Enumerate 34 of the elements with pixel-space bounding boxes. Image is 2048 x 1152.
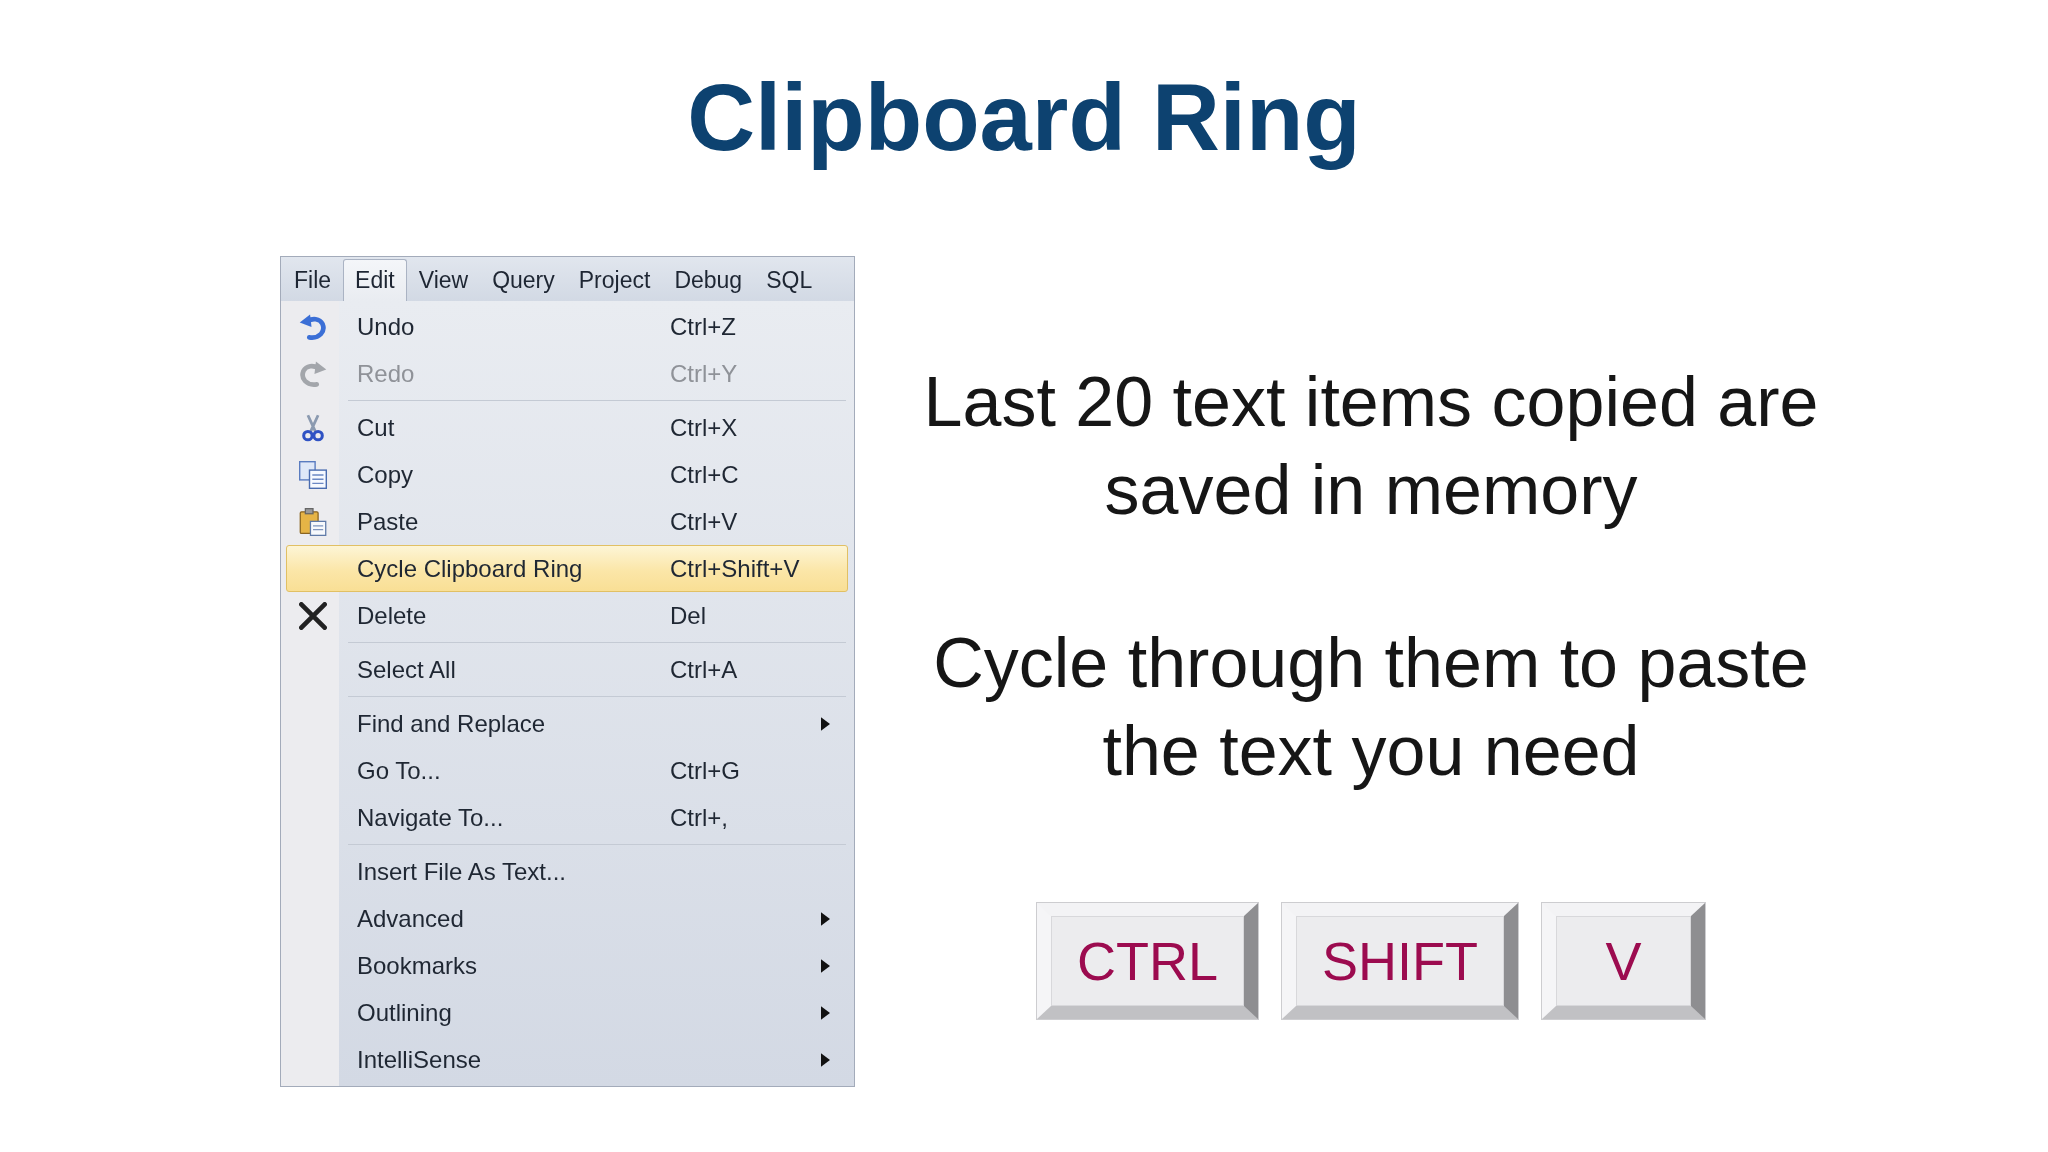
clipboard-icon (299, 507, 327, 536)
menu-item[interactable]: Advanced (286, 895, 848, 942)
menu-item[interactable]: Outlining (286, 989, 848, 1036)
menu-bar-item[interactable]: Query (480, 259, 567, 301)
menu-bar-item[interactable]: File (282, 259, 344, 301)
menu-item[interactable]: Copy Ctrl+C (286, 451, 848, 498)
menu-item[interactable]: Cut Ctrl+X (286, 404, 848, 451)
menu-item[interactable]: Select All Ctrl+A (286, 646, 848, 693)
menu-bar-item[interactable]: Project (566, 259, 663, 301)
copy-pages-icon (299, 460, 327, 489)
menu-item[interactable]: Cycle Clipboard Ring Ctrl+Shift+V (286, 545, 848, 592)
slide-title: Clipboard Ring (687, 64, 1361, 172)
menu-bar-item[interactable]: SQL (754, 259, 825, 301)
menu-item[interactable]: Find and Replace (286, 700, 848, 747)
keycap: V (1541, 902, 1706, 1020)
menu-bar-item[interactable]: Edit (343, 259, 407, 301)
menu-item[interactable]: Undo Ctrl+Z (286, 303, 848, 350)
body-text: Last 20 text items copied are saved in memory (922, 362, 1820, 531)
menu-bar-item[interactable]: Debug (662, 259, 755, 301)
menu-item[interactable]: Paste Ctrl+V (286, 498, 848, 545)
scissors-icon (299, 413, 327, 442)
cross-icon (299, 601, 327, 630)
menu-item[interactable]: Delete Del (286, 592, 848, 639)
undo-arrow-icon (299, 312, 327, 341)
body-text: Cycle through them to paste the text you need (932, 623, 1810, 792)
menu-item[interactable]: IntelliSense (286, 1036, 848, 1083)
menu-item[interactable]: Bookmarks (286, 942, 848, 989)
menu-bar-item[interactable]: View (406, 259, 481, 301)
redo-arrow-icon (299, 359, 327, 388)
menu-item[interactable]: Insert File As Text... (286, 848, 848, 895)
keycap: SHIFT (1281, 902, 1519, 1020)
keycap: CTRL (1036, 902, 1259, 1020)
menu-item[interactable]: Navigate To... Ctrl+, (286, 794, 848, 841)
menu-item[interactable]: Go To... Ctrl+G (286, 747, 848, 794)
